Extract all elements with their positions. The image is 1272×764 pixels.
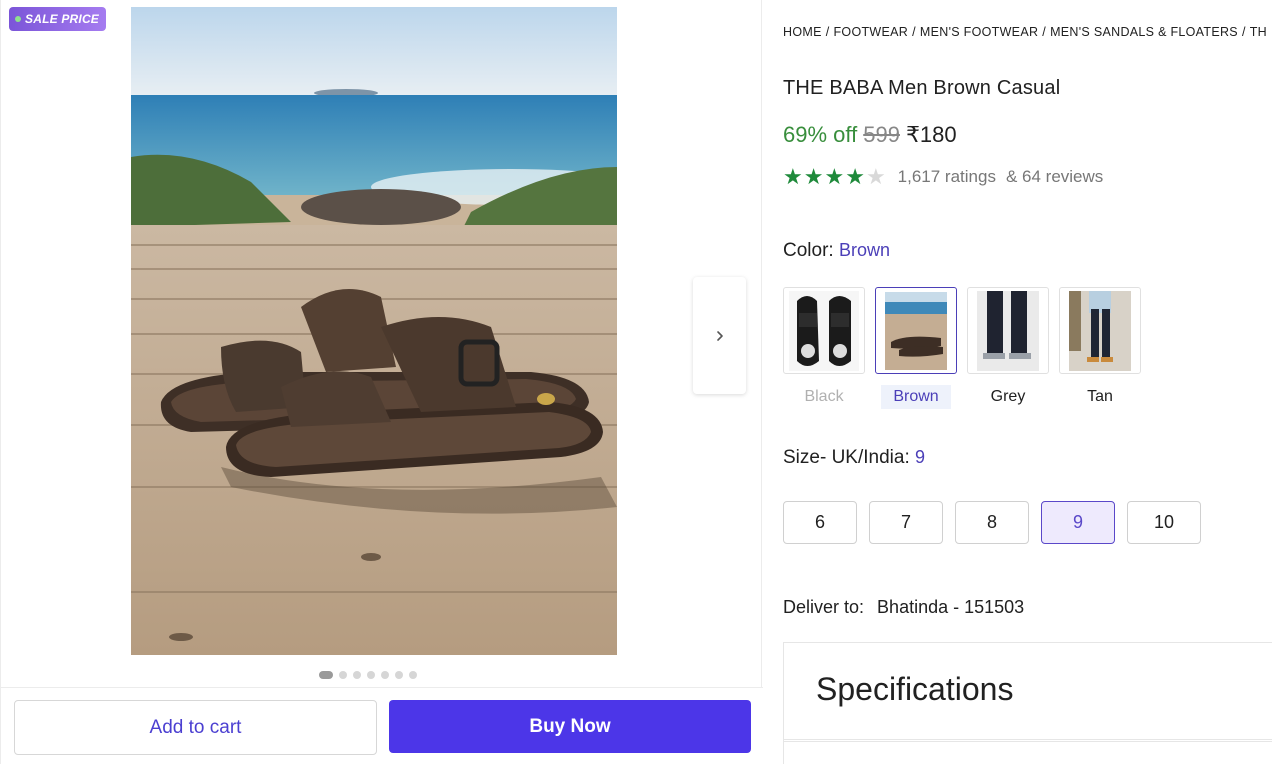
- image-gallery-pane: SALE PRICE Add to cart Buy Now: [0, 0, 763, 764]
- selected-size: 9: [915, 447, 926, 467]
- color-swatches: Black Brown Grey Tan: [783, 287, 1141, 409]
- action-bar: Add to cart Buy Now: [1, 687, 763, 764]
- sale-price-badge: SALE PRICE: [9, 7, 107, 31]
- delivery-place: Bhatinda - 151503: [877, 597, 1025, 617]
- tan-sandal-thumbnail-icon: [1069, 290, 1131, 371]
- sale-price: ₹180: [905, 122, 957, 147]
- breadcrumb-item[interactable]: FOOTWEAR: [833, 25, 908, 39]
- selected-color: Brown: [838, 240, 890, 260]
- size-option-8[interactable]: 8: [955, 501, 1029, 544]
- product-title: THE BABA Men Brown Casual: [783, 77, 1061, 99]
- swatch-image-tan: [1059, 287, 1141, 374]
- swatch-label-black: Black: [804, 388, 844, 405]
- breadcrumb-item[interactable]: TH: [1250, 25, 1267, 39]
- specifications-section[interactable]: Specifications: [783, 642, 1272, 742]
- next-section-divider: [783, 739, 1272, 764]
- color-label-text: Color:: [783, 240, 834, 261]
- star-filled-icon: ★: [824, 164, 845, 189]
- gallery-dot[interactable]: [367, 671, 375, 679]
- deliver-to-label: Deliver to:: [783, 597, 865, 617]
- star-filled-icon: ★: [803, 164, 824, 189]
- gallery-dot[interactable]: [353, 671, 361, 679]
- buy-now-button[interactable]: Buy Now: [389, 700, 751, 753]
- color-swatch-black[interactable]: Black: [783, 287, 865, 409]
- color-swatch-tan[interactable]: Tan: [1059, 287, 1141, 409]
- size-label: Size- UK/India: 9: [783, 447, 925, 469]
- color-swatch-grey[interactable]: Grey: [967, 287, 1049, 409]
- color-label: Color: Brown: [783, 240, 890, 262]
- breadcrumb-separator: /: [912, 25, 916, 39]
- gallery-dot-active[interactable]: [319, 671, 333, 679]
- chevron-right-icon: [716, 330, 723, 341]
- black-sandal-thumbnail-icon: [789, 290, 859, 371]
- swatch-image-brown: [875, 287, 957, 374]
- product-details-pane: HOME / FOOTWEAR / MEN'S FOOTWEAR / MEN'S SANDA…: [783, 0, 1272, 764]
- swatch-label-grey: Grey: [990, 388, 1026, 405]
- gallery-dot[interactable]: [381, 671, 389, 679]
- price-row: 69% off 599 ₹180: [783, 122, 957, 148]
- rating-stars: ★ ★ ★ ★ ★: [783, 166, 886, 188]
- swatch-image-grey: [967, 287, 1049, 374]
- star-filled-icon: ★: [783, 164, 803, 189]
- breadcrumb-separator: /: [1042, 25, 1047, 39]
- brown-sandal-thumbnail-icon: [885, 291, 947, 370]
- size-options: 6 7 8 9 10: [783, 501, 1201, 544]
- size-option-7[interactable]: 7: [869, 501, 943, 544]
- breadcrumb-separator: /: [1241, 25, 1246, 39]
- ratings-count[interactable]: 1,617 ratings: [898, 167, 996, 187]
- size-option-9[interactable]: 9: [1041, 501, 1115, 544]
- star-filled-icon: ★: [845, 164, 865, 189]
- product-main-image[interactable]: [131, 7, 617, 655]
- swatch-label-tan: Tan: [1087, 388, 1113, 405]
- gallery-dot[interactable]: [409, 671, 417, 679]
- sale-dot-icon: [15, 16, 21, 22]
- specifications-title: Specifications: [816, 671, 1014, 707]
- discount-percent: 69% off: [783, 122, 858, 147]
- add-to-cart-button[interactable]: Add to cart: [14, 700, 377, 755]
- sandal-photo: [131, 7, 617, 655]
- swatch-label-brown: Brown: [881, 385, 951, 409]
- breadcrumb-item[interactable]: HOME: [783, 25, 822, 39]
- breadcrumb-item[interactable]: MEN'S FOOTWEAR: [920, 25, 1038, 39]
- swatch-image-black: [783, 287, 865, 374]
- breadcrumb-separator: /: [825, 25, 830, 39]
- breadcrumb-item[interactable]: MEN'S SANDALS & FLOATERS: [1050, 25, 1238, 39]
- breadcrumb: HOME / FOOTWEAR / MEN'S FOOTWEAR / MEN'S SANDA…: [783, 25, 1267, 39]
- rating-row: ★ ★ ★ ★ ★ 1,617 ratings & 64 reviews: [783, 166, 1103, 188]
- grey-sandal-thumbnail-icon: [977, 290, 1039, 371]
- gallery-pagination-dots[interactable]: [319, 671, 417, 679]
- reviews-count[interactable]: & 64 reviews: [1006, 167, 1103, 187]
- delivery-location[interactable]: Deliver to: Bhatinda - 151503: [783, 597, 1024, 618]
- color-swatch-brown[interactable]: Brown: [875, 287, 957, 409]
- size-option-6[interactable]: 6: [783, 501, 857, 544]
- size-option-10[interactable]: 10: [1127, 501, 1201, 544]
- sale-badge-label: SALE PRICE: [25, 12, 100, 26]
- gallery-dot[interactable]: [339, 671, 347, 679]
- size-label-text: Size- UK/India:: [783, 447, 910, 468]
- next-image-button[interactable]: [693, 277, 746, 394]
- star-empty-icon: ★: [865, 164, 886, 189]
- original-price: 599: [863, 122, 900, 147]
- gallery-dot[interactable]: [395, 671, 403, 679]
